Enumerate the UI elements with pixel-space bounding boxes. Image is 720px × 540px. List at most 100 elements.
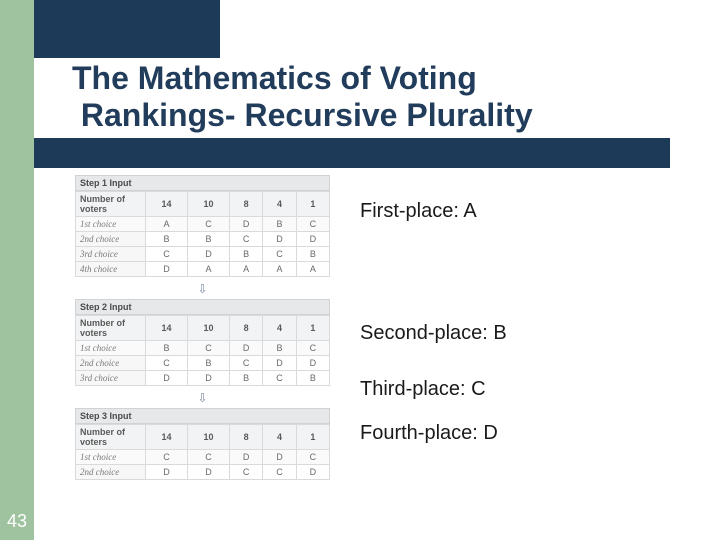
table-row: 1st choice C C D D C [76, 450, 330, 465]
vote-cell: C [296, 217, 329, 232]
vote-cell: D [188, 247, 230, 262]
step1-block: Step 1 Input Number of voters 14 10 8 4 … [75, 175, 675, 277]
vote-cell: C [188, 450, 230, 465]
vote-cell: C [296, 341, 329, 356]
vote-cell: D [296, 356, 329, 371]
table-row: 2nd choice B B C D D [76, 232, 330, 247]
vote-cell: D [188, 371, 230, 386]
step1-table: Number of voters 14 10 8 4 1 1st choice … [75, 191, 330, 277]
vote-cell: C [230, 232, 263, 247]
vote-cell: C [296, 450, 329, 465]
vote-cell: A [188, 262, 230, 277]
vote-cell: C [230, 356, 263, 371]
count-cell: 1 [296, 192, 329, 217]
count-cell: 4 [263, 192, 296, 217]
table-row: 1st choice A C D B C [76, 217, 330, 232]
step2-table: Number of voters 14 10 8 4 1 1st choice … [75, 315, 330, 386]
count-cell: 10 [188, 192, 230, 217]
vote-cell: D [146, 465, 188, 480]
num-voters-label: Number of voters [76, 316, 146, 341]
count-cell: 4 [263, 316, 296, 341]
vote-cell: B [230, 371, 263, 386]
vote-cell: D [230, 217, 263, 232]
count-cell: 14 [146, 316, 188, 341]
count-cell: 4 [263, 425, 296, 450]
choice-label: 4th choice [76, 262, 146, 277]
vote-cell: D [230, 341, 263, 356]
vote-cell: C [146, 450, 188, 465]
table-row: 2nd choice D D C C D [76, 465, 330, 480]
vote-cell: D [263, 450, 296, 465]
choice-label: 1st choice [76, 217, 146, 232]
slide-top-block [34, 0, 220, 58]
num-voters-label: Number of voters [76, 425, 146, 450]
vote-cell: D [296, 232, 329, 247]
choice-label: 3rd choice [76, 371, 146, 386]
count-cell: 8 [230, 192, 263, 217]
vote-cell: A [230, 262, 263, 277]
table-row: 1st choice B C D B C [76, 341, 330, 356]
count-cell: 14 [146, 425, 188, 450]
count-cell: 8 [230, 316, 263, 341]
vote-cell: D [188, 465, 230, 480]
vote-cell: C [263, 371, 296, 386]
table-row: Number of voters 14 10 8 4 1 [76, 192, 330, 217]
page-number: 43 [0, 511, 34, 540]
count-cell: 10 [188, 316, 230, 341]
step1-caption: Step 1 Input [75, 175, 330, 191]
vote-cell: C [188, 217, 230, 232]
vote-cell: D [263, 356, 296, 371]
choice-label: 2nd choice [76, 356, 146, 371]
result-first: First-place: A [360, 200, 477, 223]
count-cell: 1 [296, 316, 329, 341]
count-cell: 8 [230, 425, 263, 450]
vote-cell: C [263, 247, 296, 262]
table-row: 4th choice D A A A A [76, 262, 330, 277]
count-cell: 14 [146, 192, 188, 217]
table-row: Number of voters 14 10 8 4 1 [76, 425, 330, 450]
vote-cell: B [263, 217, 296, 232]
choice-label: 1st choice [76, 450, 146, 465]
result-second: Second-place: B [360, 322, 507, 345]
result-third: Third-place: C [360, 378, 486, 401]
choice-label: 3rd choice [76, 247, 146, 262]
choice-label: 1st choice [76, 341, 146, 356]
step3-table: Number of voters 14 10 8 4 1 1st choice … [75, 424, 330, 480]
arrow-down-icon: ⇩ [197, 391, 207, 405]
vote-cell: B [146, 341, 188, 356]
arrow-row: ⇩ [75, 279, 330, 299]
vote-cell: B [296, 247, 329, 262]
result-fourth: Fourth-place: D [360, 422, 498, 445]
count-cell: 10 [188, 425, 230, 450]
vote-cell: D [146, 371, 188, 386]
vote-cell: C [230, 465, 263, 480]
vote-cell: D [230, 450, 263, 465]
vote-cell: C [188, 341, 230, 356]
vote-cell: B [188, 356, 230, 371]
slide-left-bar [0, 0, 34, 540]
choice-label: 2nd choice [76, 465, 146, 480]
vote-cell: B [146, 232, 188, 247]
choice-label: 2nd choice [76, 232, 146, 247]
title-line-1: The Mathematics of Voting [72, 60, 477, 96]
vote-cell: C [146, 356, 188, 371]
table-row: 2nd choice C B C D D [76, 356, 330, 371]
vote-cell: C [263, 465, 296, 480]
title-underline [34, 138, 670, 168]
step3-caption: Step 3 Input [75, 408, 330, 424]
step2-caption: Step 2 Input [75, 299, 330, 315]
vote-cell: C [146, 247, 188, 262]
table-row: Number of voters 14 10 8 4 1 [76, 316, 330, 341]
vote-cell: D [263, 232, 296, 247]
vote-cell: A [263, 262, 296, 277]
vote-cell: B [296, 371, 329, 386]
vote-cell: D [146, 262, 188, 277]
slide-title: The Mathematics of Voting Rankings- Recu… [72, 60, 672, 134]
vote-cell: A [296, 262, 329, 277]
num-voters-label: Number of voters [76, 192, 146, 217]
title-line-2: Rankings- Recursive Plurality [81, 97, 533, 133]
vote-cell: B [188, 232, 230, 247]
table-row: 3rd choice C D B C B [76, 247, 330, 262]
vote-cell: B [230, 247, 263, 262]
vote-cell: B [263, 341, 296, 356]
